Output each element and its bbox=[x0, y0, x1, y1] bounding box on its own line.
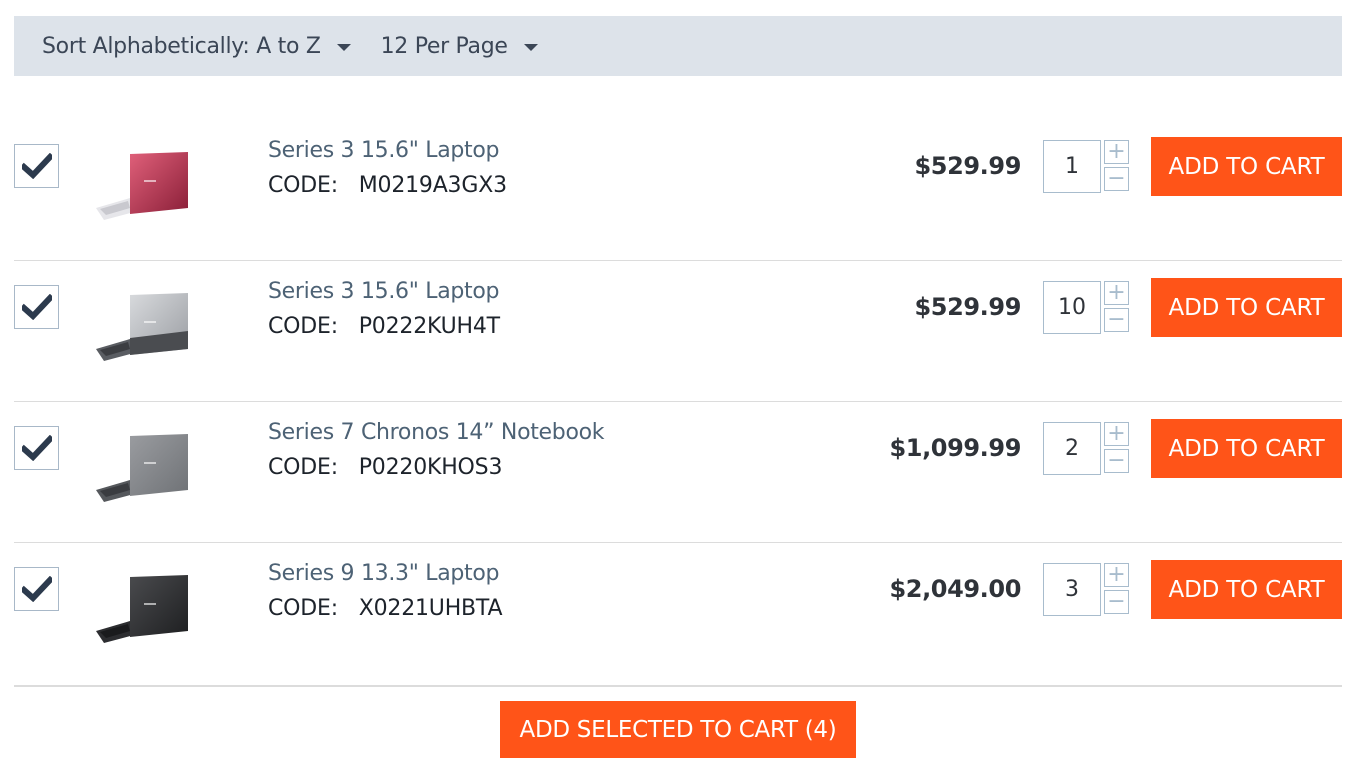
product-code-value: M0219A3GX3 bbox=[358, 173, 507, 198]
product-row: Series 9 13.3" Laptop CODE: X0221UHBTA $… bbox=[14, 543, 1342, 687]
select-checkbox[interactable] bbox=[14, 567, 59, 611]
quantity-input[interactable] bbox=[1043, 140, 1101, 193]
product-info: Series 7 Chronos 14” Notebook CODE: P022… bbox=[268, 420, 605, 480]
select-checkbox[interactable] bbox=[14, 426, 59, 470]
laptop-image bbox=[96, 152, 188, 220]
laptop-image bbox=[96, 575, 188, 643]
minus-icon: − bbox=[1107, 448, 1126, 473]
quantity-decrement-button[interactable]: − bbox=[1104, 308, 1129, 332]
add-to-cart-button[interactable]: ADD TO CART bbox=[1151, 560, 1342, 619]
product-price: $1,099.99 bbox=[889, 434, 1021, 462]
product-price: $529.99 bbox=[914, 293, 1021, 321]
plus-icon: + bbox=[1107, 280, 1126, 305]
quantity-increment-button[interactable]: + bbox=[1104, 563, 1129, 587]
plus-icon: + bbox=[1107, 562, 1126, 587]
product-price: $529.99 bbox=[914, 152, 1021, 180]
product-info: Series 3 15.6" Laptop CODE: M0219A3GX3 bbox=[268, 138, 507, 198]
product-code-label: CODE: bbox=[268, 455, 338, 480]
plus-icon: + bbox=[1107, 421, 1126, 446]
select-checkbox[interactable] bbox=[14, 285, 59, 329]
chevron-down-icon bbox=[523, 43, 538, 51]
add-selected-to-cart-button[interactable]: ADD SELECTED TO CART (4) bbox=[500, 701, 856, 758]
product-code-value: P0220KHOS3 bbox=[358, 455, 503, 480]
minus-icon: − bbox=[1107, 307, 1126, 332]
product-code: CODE: P0222KUH4T bbox=[268, 314, 500, 339]
product-image[interactable] bbox=[90, 565, 200, 645]
quantity-increment-button[interactable]: + bbox=[1104, 422, 1129, 446]
product-code: CODE: M0219A3GX3 bbox=[268, 173, 507, 198]
product-name-link[interactable]: Series 3 15.6" Laptop bbox=[268, 279, 500, 304]
sort-toolbar: Sort Alphabetically: A to Z 12 Per Page bbox=[14, 16, 1342, 76]
product-row: Series 3 15.6" Laptop CODE: M0219A3GX3 $… bbox=[14, 120, 1342, 261]
minus-icon: − bbox=[1107, 589, 1126, 614]
product-code: CODE: X0221UHBTA bbox=[268, 596, 503, 621]
checkmark-icon bbox=[21, 294, 52, 320]
checkmark-icon bbox=[21, 435, 52, 461]
per-page-dropdown-label: 12 Per Page bbox=[380, 33, 508, 59]
add-to-cart-button[interactable]: ADD TO CART bbox=[1151, 419, 1342, 478]
product-info: Series 3 15.6" Laptop CODE: P0222KUH4T bbox=[268, 279, 500, 339]
laptop-image bbox=[96, 434, 188, 502]
product-code-label: CODE: bbox=[268, 314, 338, 339]
plus-icon: + bbox=[1107, 139, 1126, 164]
product-image[interactable] bbox=[90, 424, 200, 504]
product-list: Series 3 15.6" Laptop CODE: M0219A3GX3 $… bbox=[14, 120, 1342, 687]
quantity-increment-button[interactable]: + bbox=[1104, 281, 1129, 305]
quantity-input[interactable] bbox=[1043, 281, 1101, 334]
product-name-link[interactable]: Series 9 13.3" Laptop bbox=[268, 561, 502, 586]
quantity-input[interactable] bbox=[1043, 422, 1101, 475]
quantity-decrement-button[interactable]: − bbox=[1104, 449, 1129, 473]
quantity-input[interactable] bbox=[1043, 563, 1101, 616]
product-code-label: CODE: bbox=[268, 173, 338, 198]
product-code: CODE: P0220KHOS3 bbox=[268, 455, 604, 480]
product-code-label: CODE: bbox=[268, 596, 338, 621]
product-row: Series 7 Chronos 14” Notebook CODE: P022… bbox=[14, 402, 1342, 543]
product-code-value: P0222KUH4T bbox=[358, 314, 500, 339]
per-page-dropdown[interactable]: 12 Per Page bbox=[381, 34, 538, 59]
product-info: Series 9 13.3" Laptop CODE: X0221UHBTA bbox=[268, 561, 503, 621]
laptop-image bbox=[96, 293, 188, 361]
quantity-decrement-button[interactable]: − bbox=[1104, 167, 1129, 191]
sort-dropdown-label: Sort Alphabetically: A to Z bbox=[42, 33, 321, 59]
quantity-decrement-button[interactable]: − bbox=[1104, 590, 1129, 614]
sort-dropdown[interactable]: Sort Alphabetically: A to Z bbox=[42, 34, 351, 59]
add-to-cart-button[interactable]: ADD TO CART bbox=[1151, 278, 1342, 337]
product-name-link[interactable]: Series 7 Chronos 14” Notebook bbox=[268, 420, 605, 445]
product-price: $2,049.00 bbox=[889, 575, 1021, 603]
quantity-increment-button[interactable]: + bbox=[1104, 140, 1129, 164]
checkmark-icon bbox=[21, 153, 52, 179]
select-checkbox[interactable] bbox=[14, 144, 59, 188]
product-code-value: X0221UHBTA bbox=[358, 596, 503, 621]
checkmark-icon bbox=[21, 576, 52, 602]
product-image[interactable] bbox=[90, 142, 200, 222]
product-name-link[interactable]: Series 3 15.6" Laptop bbox=[268, 138, 507, 163]
product-image[interactable] bbox=[90, 283, 200, 363]
minus-icon: − bbox=[1107, 166, 1126, 191]
add-to-cart-button[interactable]: ADD TO CART bbox=[1151, 137, 1342, 196]
chevron-down-icon bbox=[336, 43, 351, 51]
product-row: Series 3 15.6" Laptop CODE: P0222KUH4T $… bbox=[14, 261, 1342, 402]
